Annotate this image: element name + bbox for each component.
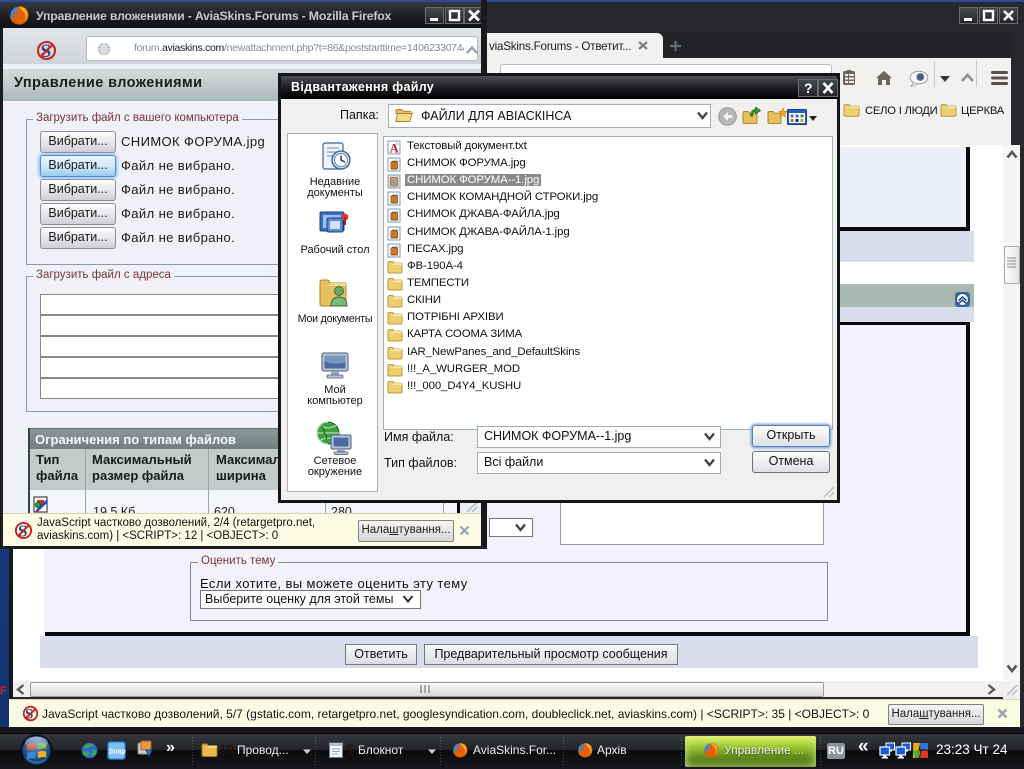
- svg-text:Snap: Snap: [109, 749, 126, 756]
- svg-text:A: A: [390, 142, 399, 156]
- svg-text:?: ?: [804, 80, 813, 96]
